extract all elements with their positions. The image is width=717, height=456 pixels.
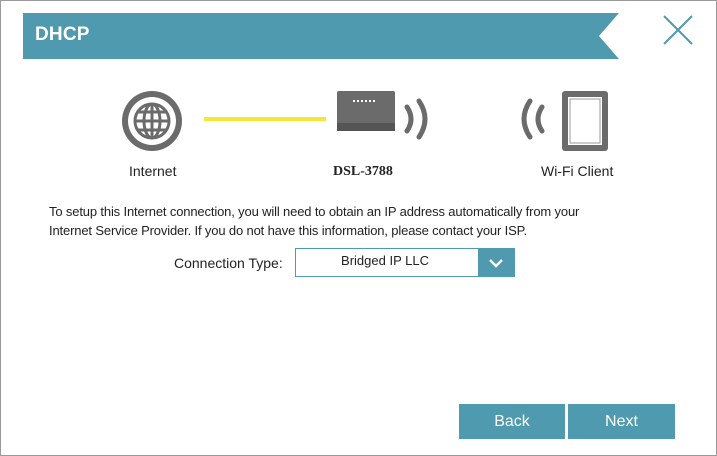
- connection-type-select[interactable]: Bridged IP LLC: [295, 248, 515, 277]
- description-text: To setup this Internet connection, you w…: [49, 202, 689, 240]
- close-icon[interactable]: [661, 13, 695, 47]
- title-bar: DHCP: [23, 13, 619, 59]
- next-button[interactable]: Next: [568, 404, 675, 439]
- tablet-icon: [562, 91, 608, 151]
- globe-icon: [122, 91, 182, 151]
- internet-label: Internet: [129, 163, 177, 179]
- wifi-wave-icon: [404, 98, 428, 140]
- client-label: Wi-Fi Client: [541, 163, 614, 179]
- back-button[interactable]: Back: [459, 404, 565, 439]
- connection-line: [204, 117, 326, 121]
- router-label: DSL-3788: [333, 164, 393, 179]
- connection-type-value: Bridged IP LLC: [341, 253, 429, 268]
- wifi-wave-icon: [521, 98, 545, 140]
- title-bar-banner: [23, 13, 619, 59]
- chevron-down-icon: [489, 259, 503, 268]
- dhcp-dialog: DHCP Internet DSL-3788 Wi-Fi Client To s…: [0, 0, 717, 456]
- page-title: DHCP: [35, 24, 90, 45]
- description-line: Internet Service Provider. If you do not…: [49, 223, 527, 238]
- connection-type-label: Connection Type:: [174, 255, 283, 271]
- dropdown-toggle[interactable]: [478, 249, 514, 276]
- router-icon: [337, 91, 395, 131]
- description-line: To setup this Internet connection, you w…: [49, 204, 580, 219]
